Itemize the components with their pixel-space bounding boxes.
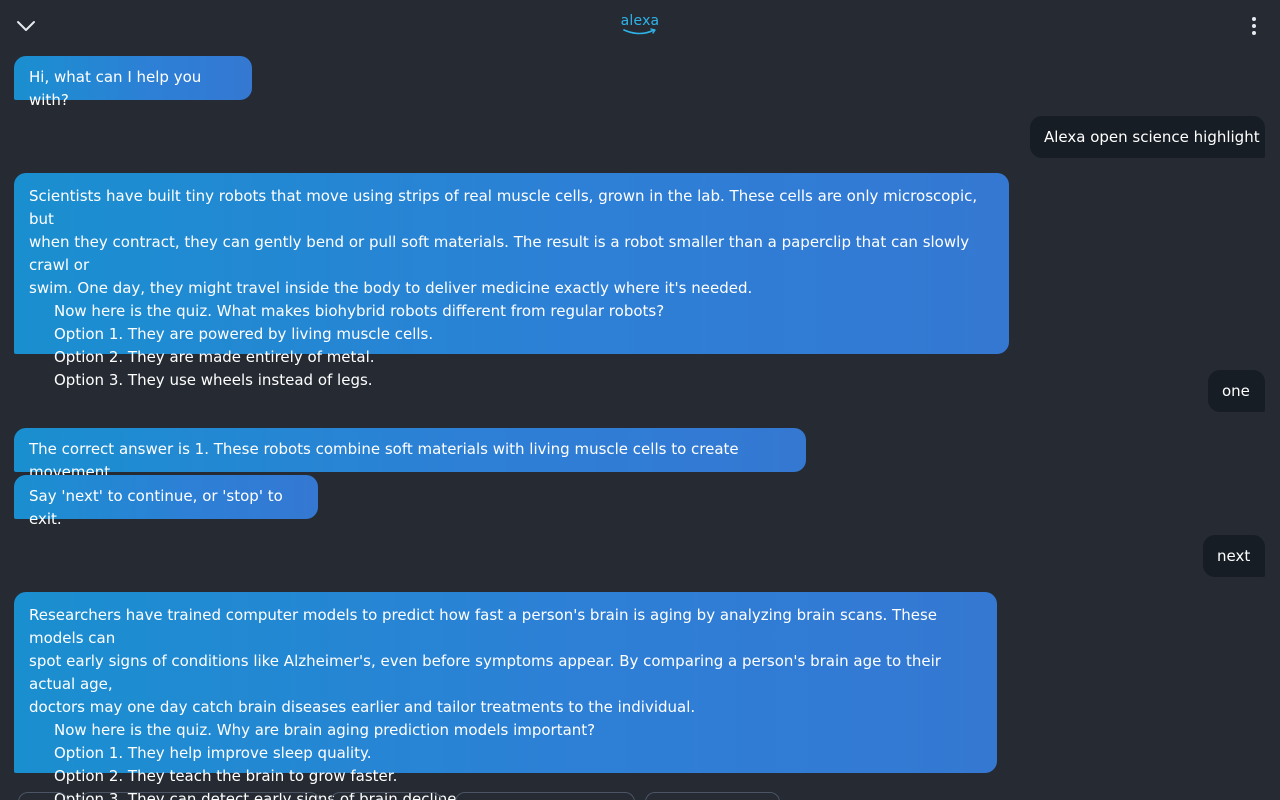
quiz-option: Option 2. They are made entirely of meta… bbox=[54, 348, 375, 366]
message-text: Hi, what can I help you with? bbox=[29, 68, 202, 109]
message-text: next bbox=[1217, 547, 1251, 565]
message-text: Scientists have built tiny robots that m… bbox=[29, 187, 978, 228]
more-vertical-icon bbox=[1252, 17, 1256, 35]
smile-arrow-icon bbox=[623, 28, 656, 35]
alexa-message: Scientists have built tiny robots that m… bbox=[14, 173, 1009, 389]
user-message: Alexa open science highlight bbox=[1030, 116, 1265, 158]
suggestion-chip[interactable] bbox=[330, 792, 442, 800]
message-text: spot early signs of conditions like Alzh… bbox=[29, 652, 941, 693]
quiz-question: Now here is the quiz. What makes biohybr… bbox=[54, 302, 665, 320]
message-text: when they contract, they can gently bend… bbox=[29, 233, 970, 274]
quiz-option: Option 2. They teach the brain to grow f… bbox=[54, 767, 398, 785]
quiz-question: Now here is the quiz. Why are brain agin… bbox=[54, 721, 596, 739]
user-message: one bbox=[1208, 370, 1265, 412]
suggestion-chip[interactable] bbox=[18, 792, 68, 800]
message-text: one bbox=[1222, 382, 1250, 400]
suggestion-chips bbox=[0, 792, 1280, 800]
message-text: Alexa open science highlight bbox=[1044, 128, 1260, 146]
alexa-message: The correct answer is 1. These robots co… bbox=[14, 428, 806, 481]
chevron-down-icon bbox=[17, 21, 35, 31]
message-text: Say 'next' to continue, or 'stop' to exi… bbox=[29, 487, 283, 528]
alexa-message: Say 'next' to continue, or 'stop' to exi… bbox=[14, 475, 318, 528]
collapse-button[interactable] bbox=[12, 12, 40, 40]
suggestion-chip[interactable] bbox=[455, 792, 635, 800]
more-options-button[interactable] bbox=[1242, 12, 1266, 40]
conversation: Hi, what can I help you with? Alexa open… bbox=[0, 0, 1280, 800]
alexa-chat-window: Hi, what can I help you with? Alexa open… bbox=[0, 0, 1280, 800]
suggestion-chip[interactable] bbox=[645, 792, 780, 800]
quiz-option: Option 3. They use wheels instead of leg… bbox=[54, 371, 373, 389]
logo-text: alexa bbox=[620, 13, 660, 29]
quiz-option: Option 1. They help improve sleep qualit… bbox=[54, 744, 372, 762]
message-text: Researchers have trained computer models… bbox=[29, 606, 937, 647]
alexa-message: Researchers have trained computer models… bbox=[14, 592, 997, 800]
message-text: doctors may one day catch brain diseases… bbox=[29, 698, 696, 716]
user-message: next bbox=[1203, 535, 1265, 577]
suggestion-chip[interactable] bbox=[80, 792, 320, 800]
quiz-option: Option 1. They are powered by living mus… bbox=[54, 325, 434, 343]
alexa-message: Hi, what can I help you with? bbox=[14, 56, 252, 109]
alexa-logo: alexa bbox=[610, 14, 670, 40]
message-text: swim. One day, they might travel inside … bbox=[29, 279, 753, 297]
header-bar: alexa bbox=[0, 0, 1280, 52]
